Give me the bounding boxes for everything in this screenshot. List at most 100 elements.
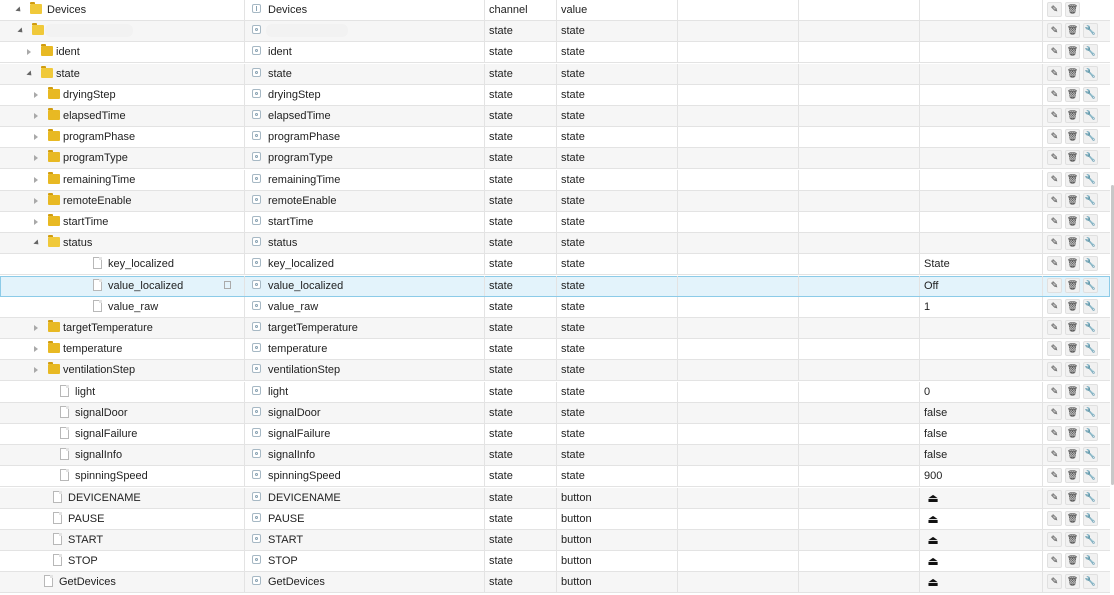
copy-icon[interactable] <box>224 281 231 289</box>
edit-button[interactable]: ✎ <box>1047 278 1062 293</box>
delete-button[interactable]: 🗑 <box>1065 235 1080 250</box>
table-row-remoteEnable[interactable]: remoteEnable remoteEnable state state ✎ 🗑 🔧 <box>0 191 1110 212</box>
table-row-ident[interactable]: ident ident state state ✎ 🗑 🔧 <box>0 42 1110 63</box>
delete-button[interactable]: 🗑 <box>1065 553 1080 568</box>
delete-button[interactable]: 🗑 <box>1065 341 1080 356</box>
edit-button[interactable]: ✎ <box>1047 193 1062 208</box>
table-row-STOP[interactable]: STOP STOP state button ⏏ ✎ 🗑 🔧 <box>0 551 1110 572</box>
collapse-toggle-icon[interactable] <box>34 155 38 161</box>
collapse-toggle-icon[interactable] <box>34 346 38 352</box>
table-row-light[interactable]: light light state state 0 ✎ 🗑 🔧 <box>0 382 1110 403</box>
edit-button[interactable]: ✎ <box>1047 44 1062 59</box>
table-row-dryingStep[interactable]: dryingStep dryingStep state state ✎ 🗑 🔧 <box>0 85 1110 106</box>
delete-button[interactable]: 🗑 <box>1065 108 1080 123</box>
edit-button[interactable]: ✎ <box>1047 532 1062 547</box>
collapse-toggle-icon[interactable] <box>34 177 38 183</box>
config-button[interactable]: 🔧 <box>1083 362 1098 377</box>
delete-button[interactable]: 🗑 <box>1065 2 1080 17</box>
table-row-ventilationStep[interactable]: ventilationStep ventilationStep state state… <box>0 360 1110 381</box>
collapse-toggle-icon[interactable] <box>34 134 38 140</box>
config-button[interactable]: 🔧 <box>1083 44 1098 59</box>
edit-button[interactable]: ✎ <box>1047 150 1062 165</box>
delete-button[interactable]: 🗑 <box>1065 320 1080 335</box>
edit-button[interactable]: ✎ <box>1047 511 1062 526</box>
delete-button[interactable]: 🗑 <box>1065 405 1080 420</box>
table-row-devices[interactable]: Devices Devices channel value ✎ 🗑 <box>0 0 1110 21</box>
delete-button[interactable]: 🗑 <box>1065 150 1080 165</box>
table-row-targetTemperature[interactable]: targetTemperature targetTemperature state s… <box>0 318 1110 339</box>
config-button[interactable]: 🔧 <box>1083 108 1098 123</box>
config-button[interactable]: 🔧 <box>1083 511 1098 526</box>
config-button[interactable]: 🔧 <box>1083 193 1098 208</box>
edit-button[interactable]: ✎ <box>1047 235 1062 250</box>
edit-button[interactable]: ✎ <box>1047 23 1062 38</box>
config-button[interactable]: 🔧 <box>1083 87 1098 102</box>
edit-button[interactable]: ✎ <box>1047 87 1062 102</box>
expand-toggle-icon[interactable] <box>17 27 25 35</box>
table-row-status[interactable]: status status state state ✎ 🗑 🔧 <box>0 233 1110 254</box>
table-row-startTime[interactable]: startTime startTime state state ✎ 🗑 🔧 <box>0 212 1110 233</box>
edit-button[interactable]: ✎ <box>1047 256 1062 271</box>
table-row-programType[interactable]: programType programType state state ✎ 🗑 🔧 <box>0 148 1110 169</box>
config-button[interactable]: 🔧 <box>1083 320 1098 335</box>
table-row-GetDevices[interactable]: GetDevices GetDevices state button ⏏ ✎ 🗑 🔧 <box>0 572 1110 593</box>
table-row-spinningSpeed[interactable]: spinningSpeed spinningSpeed state state 900 ✎… <box>0 466 1110 487</box>
config-button[interactable]: 🔧 <box>1083 66 1098 81</box>
config-button[interactable]: 🔧 <box>1083 341 1098 356</box>
expand-toggle-icon[interactable] <box>26 70 34 78</box>
table-row-elapsedTime[interactable]: elapsedTime elapsedTime state state ✎ 🗑 🔧 <box>0 106 1110 127</box>
table-row-temperature[interactable]: temperature temperature state state ✎ 🗑 🔧 <box>0 339 1110 360</box>
config-button[interactable]: 🔧 <box>1083 405 1098 420</box>
edit-button[interactable]: ✎ <box>1047 2 1062 17</box>
delete-button[interactable]: 🗑 <box>1065 278 1080 293</box>
config-button[interactable]: 🔧 <box>1083 278 1098 293</box>
delete-button[interactable]: 🗑 <box>1065 426 1080 441</box>
edit-button[interactable]: ✎ <box>1047 299 1062 314</box>
edit-button[interactable]: ✎ <box>1047 574 1062 589</box>
delete-button[interactable]: 🗑 <box>1065 447 1080 462</box>
config-button[interactable]: 🔧 <box>1083 172 1098 187</box>
table-row-remainingTime[interactable]: remainingTime remainingTime state state ✎ 🗑 🔧 <box>0 170 1110 191</box>
edit-button[interactable]: ✎ <box>1047 341 1062 356</box>
delete-button[interactable]: 🗑 <box>1065 532 1080 547</box>
delete-button[interactable]: 🗑 <box>1065 362 1080 377</box>
delete-button[interactable]: 🗑 <box>1065 299 1080 314</box>
config-button[interactable]: 🔧 <box>1083 490 1098 505</box>
config-button[interactable]: 🔧 <box>1083 256 1098 271</box>
config-button[interactable]: 🔧 <box>1083 214 1098 229</box>
table-row-state[interactable]: state state state state ✎ 🗑 🔧 <box>0 64 1110 85</box>
delete-button[interactable]: 🗑 <box>1065 44 1080 59</box>
edit-button[interactable]: ✎ <box>1047 66 1062 81</box>
delete-button[interactable]: 🗑 <box>1065 172 1080 187</box>
delete-button[interactable]: 🗑 <box>1065 23 1080 38</box>
edit-button[interactable]: ✎ <box>1047 490 1062 505</box>
config-button[interactable]: 🔧 <box>1083 23 1098 38</box>
edit-button[interactable]: ✎ <box>1047 384 1062 399</box>
config-button[interactable]: 🔧 <box>1083 532 1098 547</box>
expand-toggle-icon[interactable] <box>15 6 23 14</box>
delete-button[interactable]: 🗑 <box>1065 384 1080 399</box>
delete-button[interactable]: 🗑 <box>1065 511 1080 526</box>
delete-button[interactable]: 🗑 <box>1065 214 1080 229</box>
edit-button[interactable]: ✎ <box>1047 426 1062 441</box>
config-button[interactable]: 🔧 <box>1083 426 1098 441</box>
config-button[interactable]: 🔧 <box>1083 235 1098 250</box>
edit-button[interactable]: ✎ <box>1047 362 1062 377</box>
eject-icon[interactable]: ⏏ <box>926 575 940 589</box>
delete-button[interactable]: 🗑 <box>1065 129 1080 144</box>
edit-button[interactable]: ✎ <box>1047 468 1062 483</box>
table-row-DEVICENAME[interactable]: DEVICENAME DEVICENAME state button ⏏ ✎ 🗑 🔧 <box>0 488 1110 509</box>
edit-button[interactable]: ✎ <box>1047 405 1062 420</box>
edit-button[interactable]: ✎ <box>1047 553 1062 568</box>
eject-icon[interactable]: ⏏ <box>926 554 940 568</box>
edit-button[interactable]: ✎ <box>1047 447 1062 462</box>
config-button[interactable]: 🔧 <box>1083 150 1098 165</box>
table-row-START[interactable]: START START state button ⏏ ✎ 🗑 🔧 <box>0 530 1110 551</box>
table-row-PAUSE[interactable]: PAUSE PAUSE state button ⏏ ✎ 🗑 🔧 <box>0 509 1110 530</box>
edit-button[interactable]: ✎ <box>1047 129 1062 144</box>
expand-toggle-icon[interactable] <box>33 239 41 247</box>
table-row-signalInfo[interactable]: signalInfo signalInfo state state false ✎ 🗑 🔧 <box>0 445 1110 466</box>
eject-icon[interactable]: ⏏ <box>926 533 940 547</box>
config-button[interactable]: 🔧 <box>1083 299 1098 314</box>
delete-button[interactable]: 🗑 <box>1065 256 1080 271</box>
